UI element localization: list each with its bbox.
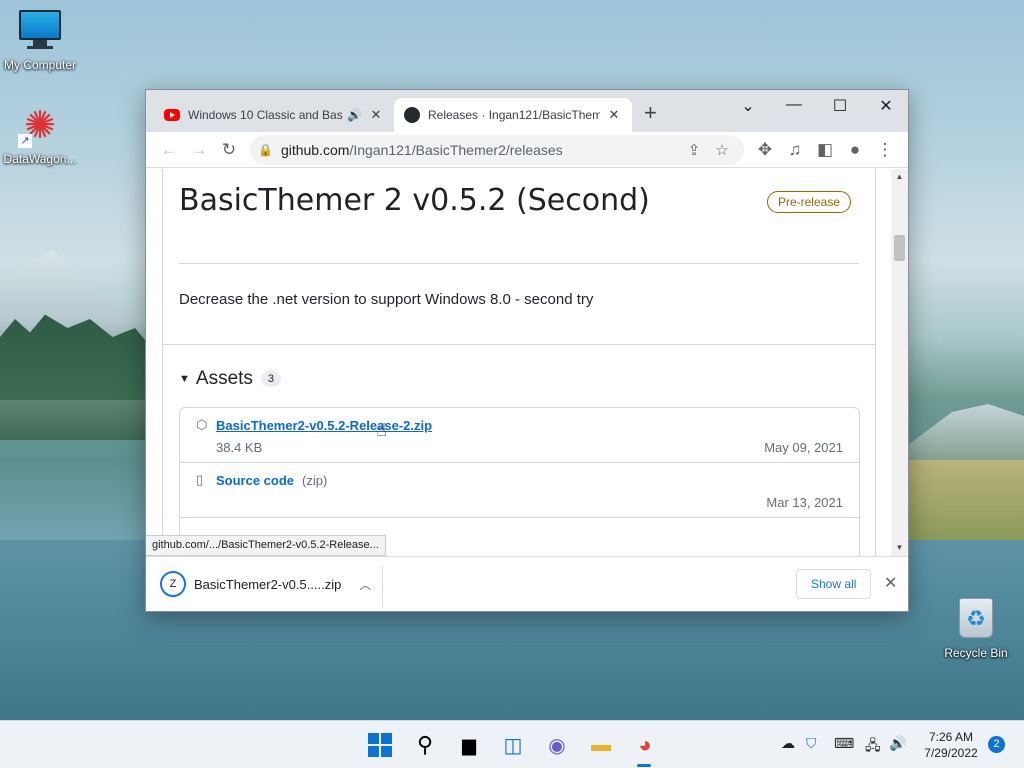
active-app-indicator [637, 764, 651, 767]
computer-icon [18, 10, 62, 54]
task-view-icon[interactable]: ▆ [453, 729, 485, 761]
triangle-down-icon: ▼ [179, 373, 190, 385]
zip-file-icon: Z [160, 571, 186, 597]
tab-releases[interactable]: Releases · Ingan121/BasicThemer ✕ [394, 98, 632, 132]
desktop-icon-label: DataWagon... [3, 152, 77, 166]
hand-cursor-icon: ☝ [376, 420, 387, 440]
speaker-icon[interactable]: 🔊 [347, 108, 362, 122]
windows-logo-icon [368, 733, 392, 757]
page-content: BasicThemer 2 v0.5.2 (Second) Pre-releas… [146, 169, 891, 556]
menu-icon[interactable]: ⋮ [870, 135, 900, 165]
scroll-up-icon[interactable]: ▲ [891, 169, 908, 185]
release-card: BasicThemer 2 v0.5.2 (Second) Pre-releas… [162, 169, 876, 556]
chevron-up-icon[interactable]: ︿ [359, 576, 371, 593]
address-url: github.com/Ingan121/BasicThemer2/release… [281, 142, 680, 158]
desktop-icon-my-computer[interactable]: My Computer [0, 10, 80, 72]
github-icon [404, 107, 420, 123]
asset-list: ⬡ BasicThemer2-v0.5.2-Release-2.zip 38.4… [179, 407, 860, 556]
prerelease-badge: Pre-release [766, 191, 851, 213]
new-tab-button[interactable]: + [644, 102, 657, 124]
side-panel-icon[interactable]: ◧ [810, 135, 840, 165]
tab-title: Releases · Ingan121/BasicThemer [428, 108, 600, 122]
media-control-icon[interactable]: ♫ [780, 135, 810, 165]
search-icon[interactable]: ⚲ [409, 729, 441, 761]
browser-toolbar: ← → ↻ 🔒 github.com/Ingan121/BasicThemer2… [146, 132, 908, 168]
asset-size: 38.4 KB [216, 440, 263, 455]
page-scrollbar[interactable]: ▲ ▼ [891, 169, 908, 556]
source-code-link[interactable]: Source code [216, 473, 294, 488]
address-bar[interactable]: 🔒 github.com/Ingan121/BasicThemer2/relea… [250, 134, 744, 165]
keyboard-icon[interactable]: ⌨ [834, 735, 854, 752]
divider [179, 263, 859, 264]
start-button[interactable] [364, 729, 396, 761]
network-icon[interactable]: 🖧 [865, 735, 881, 759]
close-tab-icon[interactable]: ✕ [606, 107, 622, 123]
reload-button[interactable]: ↻ [214, 135, 244, 165]
list-item: ▯ Source code (zip) Mar 13, 2021 [180, 463, 859, 518]
release-description: Decrease the .net version to support Win… [179, 291, 594, 308]
tab-title: Windows 10 Classic and Basi [188, 108, 344, 122]
taskbar: ⚲ ▆ ◫ ◉ ▬ ◕ ☁ ⛉ ⌨ 🖧 🔊 7:26 AM 7/29/2022 … [0, 720, 1024, 768]
clock-date: 7/29/2022 [924, 746, 978, 760]
chat-icon[interactable]: ◉ [541, 729, 573, 761]
forward-button[interactable]: → [184, 135, 214, 165]
close-tab-icon[interactable]: ✕ [368, 107, 384, 123]
clock-time: 7:26 AM [928, 730, 974, 744]
package-icon: ⬡ [196, 417, 208, 432]
desktop-icon-recycle-bin[interactable]: ♻ Recycle Bin [936, 598, 1016, 660]
wallpaper-field [904, 460, 1024, 540]
asset-download-link[interactable]: BasicThemer2-v0.5.2-Release-2.zip [216, 418, 432, 433]
assets-toggle[interactable]: ▼ Assets 3 [179, 368, 282, 390]
asset-date: Mar 13, 2021 [766, 495, 843, 510]
shortcut-arrow-icon: ↗ [18, 134, 32, 148]
widgets-icon[interactable]: ◫ [497, 729, 529, 761]
download-file-name: BasicThemer2-v0.5.....zip [194, 576, 342, 592]
desktop-icon-label: My Computer [3, 58, 77, 72]
link-status-bubble: github.com/.../BasicThemer2-v0.5.2-Relea… [146, 535, 386, 556]
profile-avatar[interactable]: ● [840, 135, 870, 165]
file-explorer-icon[interactable]: ▬ [585, 729, 617, 761]
back-button[interactable]: ← [154, 135, 184, 165]
divider [382, 565, 383, 607]
share-icon[interactable]: ⇪ [680, 141, 708, 159]
minimize-button[interactable]: — [779, 96, 809, 114]
assets-heading: Assets [195, 368, 253, 389]
lock-icon[interactable]: 🔒 [258, 143, 273, 157]
security-shield-icon[interactable]: ⛉ [806, 735, 817, 752]
source-code-format: (zip) [302, 473, 328, 488]
scroll-thumb[interactable] [894, 235, 905, 261]
tab-youtube[interactable]: Windows 10 Classic and Basi 🔊 ✕ [154, 98, 394, 132]
youtube-icon [164, 109, 180, 121]
tab-strip: Windows 10 Classic and Basi 🔊 ✕ Releases… [146, 90, 908, 132]
datawagon-icon: ✺ ↗ [18, 104, 62, 148]
desktop-icon-datawagon[interactable]: ✺ ↗ DataWagon... [0, 104, 80, 166]
desktop-icon-label: Recycle Bin [944, 646, 1008, 660]
browser-window: Windows 10 Classic and Basi 🔊 ✕ Releases… [145, 89, 909, 612]
show-all-button[interactable]: Show all [796, 569, 872, 599]
maximize-button[interactable]: ☐ [825, 96, 855, 116]
chrome-icon[interactable]: ◕ [629, 729, 661, 761]
assets-count: 3 [260, 371, 282, 387]
volume-icon[interactable]: 🔊 [889, 735, 906, 752]
close-window-button[interactable]: ✕ [871, 96, 901, 116]
notification-badge[interactable]: 2 [988, 736, 1005, 753]
tab-search-icon[interactable]: ⌄ [733, 96, 763, 116]
extensions-icon[interactable]: ✥ [750, 135, 780, 165]
address-path: /Ingan121/BasicThemer2/releases [349, 141, 563, 158]
list-item: ⬡ BasicThemer2-v0.5.2-Release-2.zip 38.4… [180, 408, 859, 463]
download-shelf: Z BasicThemer2-v0.5.....zip ︿ Show all ✕ [146, 556, 908, 611]
onedrive-icon[interactable]: ☁ [781, 735, 795, 752]
download-item[interactable]: Z BasicThemer2-v0.5.....zip ︿ [160, 571, 371, 597]
bookmark-star-icon[interactable]: ☆ [708, 141, 736, 159]
divider [163, 344, 875, 345]
release-title: BasicThemer 2 v0.5.2 (Second) [179, 183, 650, 218]
recycle-bin-icon: ♻ [954, 598, 998, 642]
close-download-shelf-icon[interactable]: ✕ [884, 573, 897, 593]
asset-date: May 09, 2021 [764, 440, 843, 455]
clock[interactable]: 7:26 AM 7/29/2022 [916, 729, 986, 761]
zip-icon: ▯ [196, 472, 204, 487]
scroll-down-icon[interactable]: ▼ [891, 540, 908, 556]
address-host: github.com [280, 141, 350, 158]
